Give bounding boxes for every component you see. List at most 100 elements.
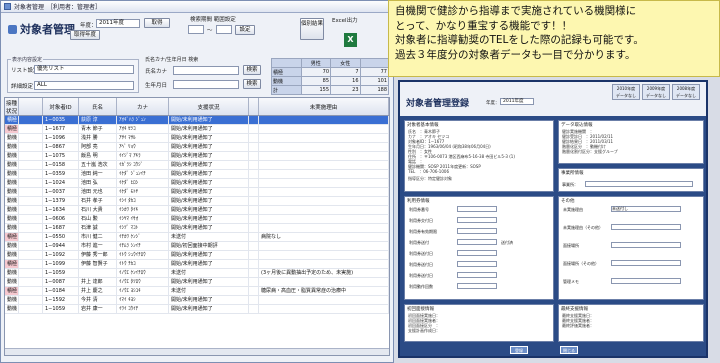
- name-cell: 今井 清: [79, 296, 117, 304]
- register-button[interactable]: 登録: [510, 346, 528, 354]
- reason-cell: (3ヶ月後に異動抽出予定のため、未実施): [259, 269, 389, 277]
- table-row[interactable]: 積極 1−0184 井上 慶之 ｲﾉｳｴ ﾖｼﾕｷ 未送付 糖尿病・高血圧・脂質異常症の治…: [5, 287, 389, 296]
- table-row[interactable]: 動機 1−1024 池田 弘ｲｹﾀﾞ ﾋﾛｼ 開始/未利用通知了: [5, 179, 389, 188]
- range-start-input[interactable]: [188, 25, 204, 34]
- voucher-field-input[interactable]: [457, 272, 497, 278]
- table-row[interactable]: 動機 1−0087 井上 達郎 ｲﾉｳｴ ﾀﾂﾛｳ 開始/未利用通知了: [5, 278, 389, 287]
- job-select[interactable]: [585, 181, 693, 187]
- take-button[interactable]: 取得: [144, 18, 170, 28]
- birth-input[interactable]: [173, 80, 239, 89]
- table-row[interactable]: 動機 1−1059 岩井 康一 ｲﾜｲ ｺｳｲﾁ 開始/未利用通知了: [5, 305, 389, 314]
- final-support-title: 最終支援情報: [561, 307, 588, 312]
- col-header-reason[interactable]: 未実施理由: [259, 98, 389, 115]
- table-row[interactable]: 動機 1−1092 伊藤 秀一郎 ｲﾄｳ ｼｭｳｲﾁﾛｳ 開始/未利用通知了: [5, 251, 389, 260]
- table-row[interactable]: 動機 1−1096 浅井 勝ｱｻｲ ﾏｻﾙ 開始/未利用通知了: [5, 134, 389, 143]
- voucher-field-input[interactable]: [457, 206, 497, 212]
- reason-cell: [259, 197, 389, 205]
- year-tab[interactable]: 2008年度 データなし: [672, 84, 700, 100]
- id-cell: 1−1096: [43, 134, 79, 142]
- detail-window: 対象者管理登録 年度： 2011年度 2010年度 データなし 2009年度 データ…: [398, 80, 708, 358]
- status-cell: 動機: [7, 224, 19, 232]
- col-header-kana[interactable]: カナ: [117, 98, 169, 115]
- other-field-input[interactable]: 未送付し: [611, 206, 681, 212]
- support-cell: 開始/未利用通知了: [169, 296, 249, 304]
- kana-input[interactable]: [173, 66, 239, 75]
- final_lines-line: 最終評価実施者：: [562, 323, 594, 328]
- list-setting-select[interactable]: 優先リスト: [34, 65, 134, 74]
- print-result-button[interactable]: 個別結果: [300, 18, 324, 40]
- col-header-sort[interactable]: [249, 98, 259, 115]
- kana-cell: ｲｹﾀﾞ ｼﾞｭﾝｲﾁ: [117, 170, 169, 178]
- voucher-field-input[interactable]: [457, 228, 497, 234]
- stats-cell: 77: [359, 67, 390, 77]
- detail-year-select[interactable]: 2011年度: [500, 98, 534, 105]
- other-field-input[interactable]: [611, 260, 681, 266]
- voucher-field-row: 利用券送付日: [405, 271, 553, 282]
- table-row[interactable]: 動機 1−0359 池田 純一 ｲｹﾀﾞ ｼﾞｭﾝｲﾁ 開始/未利用通知了: [5, 170, 389, 179]
- other-field-input[interactable]: [611, 278, 681, 284]
- table-row[interactable]: 動機 1−0158 五十嵐 浩次 ｲｶﾞﾗｼ ｺｳｼﾞ 開始/未利用通知了: [5, 161, 389, 170]
- year-tab-label: 2010年度: [616, 86, 636, 91]
- spacer-cell: [19, 152, 43, 160]
- horizontal-scrollbar[interactable]: [5, 348, 389, 355]
- spacer-cell: [19, 287, 43, 295]
- table-row[interactable]: 動機 1−1687 石津 誠ｲｼﾂﾞ ﾏｺﾄ 開始/未利用通知了: [5, 224, 389, 233]
- stats-table: 男性 女性 積極 70 7 77 動機 85 16 101 計 155 23 188: [271, 58, 390, 95]
- table-row[interactable]: 動機 1−0037 池田 元也 ｲｹﾀﾞ ﾓﾄﾔ 開始/未利用通知了: [5, 188, 389, 197]
- col-header-name[interactable]: 氏名: [79, 98, 117, 115]
- kana-search-button[interactable]: 検索: [243, 65, 261, 75]
- table-row[interactable]: 積極 1−1099 伊藤 智賢子 ｲﾄｳ ﾁｶｺ 開始/未利用通知了: [5, 260, 389, 269]
- birth-search-button[interactable]: 検索: [243, 79, 261, 89]
- table-row[interactable]: 動機 1−1059 ｲﾉｳｴ ｹﾝｲﾁﾛｳ 未送付 (3ヶ月後に異動抽出予定のため、未実…: [5, 269, 389, 278]
- spacer-cell: [19, 206, 43, 214]
- id-cell: 1−0037: [43, 188, 79, 196]
- table-row[interactable]: 動機 1−1075 飯島 明ｲｲｼﾞﾏ ｱｷﾗ 開始/未利用通知了: [5, 152, 389, 161]
- status-cell: 動機: [7, 161, 19, 169]
- status-cell: 動機: [7, 242, 19, 250]
- col-header-status[interactable]: 接種状況: [5, 98, 19, 115]
- close-button[interactable]: 閉じる: [560, 346, 578, 354]
- excel-export-icon[interactable]: X: [344, 33, 357, 47]
- col-header-id[interactable]: 対象者ID: [43, 98, 79, 115]
- other-field-row: 未実施理由 未送付し: [559, 205, 703, 223]
- window-titlebar: 対象者管理 ［利用者：管理者］: [1, 1, 393, 13]
- voucher-field-input[interactable]: [457, 217, 497, 223]
- voucher-field-input[interactable]: [457, 239, 497, 245]
- table-row[interactable]: 動機 1−0606 石山 勲ｲｼﾔﾏ ｲｻｵ 開始/未利用通知了: [5, 215, 389, 224]
- kana-cell: ｲｼｲ ﾀｶｺ: [117, 197, 169, 205]
- table-row[interactable]: 動機 1−1379 石井 孝子 ｲｼｲ ﾀｶｺ 開始/未利用通知了: [5, 197, 389, 206]
- callout-line: 自機関で健診から指導まで実施されている機関様に: [395, 5, 637, 17]
- other-field-input[interactable]: [611, 224, 681, 230]
- table-row[interactable]: 動機 1−0867 阿部 亮ｱﾍﾞ ﾘｮｳ 開始/未利用通知了: [5, 143, 389, 152]
- name-cell: 浅井 勝: [79, 134, 117, 142]
- status-cell: 積極: [7, 116, 19, 124]
- sort-cell: [249, 161, 259, 169]
- range-end-input[interactable]: [216, 25, 232, 34]
- detail-setting-select[interactable]: ALL: [34, 81, 134, 90]
- support-cell: 開始/未利用通知了: [169, 116, 249, 124]
- voucher-field-input[interactable]: [457, 283, 497, 289]
- table-row[interactable]: 動機 1−0944 市村 進一 ｲﾁﾑﾗ ｼﾝｲﾁ 開始/初回面接中期評: [5, 242, 389, 251]
- status-cell: 動機: [7, 206, 19, 214]
- stats-cell: 85: [300, 76, 332, 86]
- other-field-label: 未実施理由（その他）: [563, 225, 603, 230]
- year-select[interactable]: 2011年度: [96, 19, 140, 28]
- id-cell: 1−1092: [43, 251, 79, 259]
- year-tab[interactable]: 2010年度 データなし: [612, 84, 640, 100]
- table-row[interactable]: 動機 1−1592 今井 清ｲﾏｲ ｷﾖｼ 開始/未利用通知了: [5, 296, 389, 305]
- other-field-input[interactable]: [611, 242, 681, 248]
- table-row[interactable]: 積極 1−0550 市川 健二 ｲﾁｶﾜ ｹﾝｼﾞ 未送付 病院なし: [5, 233, 389, 242]
- voucher-field-input[interactable]: [457, 250, 497, 256]
- year-tab[interactable]: 2009年度 データなし: [642, 84, 670, 100]
- sort-cell: [249, 278, 259, 286]
- table-row[interactable]: 積極 1−1677 青木 節子 ｱｵｷ ｾﾂｺ 開始/未利用通知了: [5, 125, 389, 134]
- kana-cell: ｲﾜｲ ｺｳｲﾁ: [117, 305, 169, 313]
- table-row[interactable]: 動機 1−1634 石川 大貴 ｲｼｶﾜ ﾀｲｷ 開始/未利用通知了: [5, 206, 389, 215]
- table-row[interactable]: 積極 1−0035 荻原 淳ｱｵｷﾞﾊﾗ ｼﾞｭﾝ 開始/未利用通知了: [5, 116, 389, 125]
- name-cell: 井上 慶之: [79, 287, 117, 295]
- fetch-year-button[interactable]: 取得年度: [70, 30, 100, 40]
- spacer-cell: [19, 161, 43, 169]
- col-header-support[interactable]: 支援状況: [169, 98, 249, 115]
- voucher-field-input[interactable]: [457, 261, 497, 267]
- range-set-button[interactable]: 設定: [235, 25, 255, 35]
